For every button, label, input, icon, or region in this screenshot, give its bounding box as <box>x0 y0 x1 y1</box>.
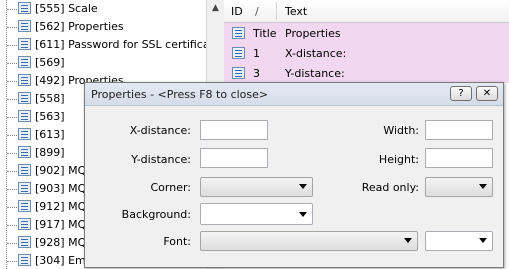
form-icon <box>18 254 31 266</box>
width-label: Width: <box>383 124 419 137</box>
table-row[interactable]: Title Properties <box>224 23 509 43</box>
tree-item-label: [912] MQ <box>35 200 87 213</box>
tree-item-label: [569] <box>35 56 65 69</box>
x-distance-label: X-distance: <box>129 124 191 137</box>
tree-item-label: [611] Password for SSL certificat <box>35 38 206 51</box>
sort-indicator: / <box>255 5 259 18</box>
font-select[interactable] <box>200 231 418 251</box>
cell-id: 3 <box>253 67 260 80</box>
form-icon <box>18 92 31 104</box>
y-distance-input[interactable] <box>200 148 268 168</box>
x-distance-input[interactable] <box>200 120 268 140</box>
form-icon <box>232 67 245 79</box>
dialog-title-bar[interactable]: Properties - <Press F8 to close> ? ✕ <box>85 83 503 106</box>
table-row[interactable]: 3 Y-distance: <box>224 63 509 83</box>
form-icon <box>232 27 245 39</box>
tree-item[interactable]: [569] <box>0 54 206 72</box>
form-icon <box>232 47 245 59</box>
column-header-text[interactable]: Text <box>285 5 307 18</box>
tree-item-selected[interactable]: [562] Properties <box>0 18 206 36</box>
close-icon: ✕ <box>482 88 492 99</box>
tree-item-label: [899] <box>35 146 65 159</box>
tree-item-label: [928] MQ <box>35 236 87 249</box>
properties-dialog: Properties - <Press F8 to close> ? ✕ X-d… <box>84 82 504 268</box>
tree-item-label: [917] MQ <box>35 218 87 231</box>
chevron-down-icon <box>404 238 412 243</box>
form-icon <box>18 182 31 194</box>
height-label: Height: <box>378 153 419 166</box>
close-button[interactable]: ✕ <box>476 86 498 101</box>
tree-item-label: [563] <box>35 110 65 123</box>
chevron-down-icon <box>299 184 307 189</box>
form-icon <box>18 38 31 50</box>
form-icon <box>18 20 31 32</box>
corner-select[interactable] <box>200 177 313 197</box>
form-icon <box>18 200 31 212</box>
dialog-title: Properties - <Press F8 to close> <box>91 88 269 101</box>
tree-item-label: [562] Properties <box>35 20 124 33</box>
read-only-select[interactable] <box>425 177 493 197</box>
height-input[interactable] <box>425 148 493 168</box>
scroll-up-arrow-icon[interactable]: ▲ <box>207 0 224 17</box>
form-icon <box>18 56 31 68</box>
chevron-down-icon <box>479 184 487 189</box>
tree-item-label: [558] <box>35 92 65 105</box>
tree-item-label: [903] MQ <box>35 182 87 195</box>
chevron-down-icon <box>299 212 307 217</box>
background-select[interactable] <box>200 203 313 225</box>
grid-header: ID / Text <box>224 0 509 23</box>
help-icon: ? <box>458 88 464 99</box>
form-icon <box>18 146 31 158</box>
cell-text: Y-distance: <box>285 67 345 80</box>
cell-text: Properties <box>285 27 341 40</box>
cell-id: 1 <box>253 47 260 60</box>
tree-item-label: [613] <box>35 128 65 141</box>
y-distance-label: Y-distance: <box>131 153 191 166</box>
form-icon <box>18 2 31 14</box>
tree-item-label: [902] MQ <box>35 164 87 177</box>
background-label: Background: <box>121 208 191 221</box>
width-input[interactable] <box>425 120 493 140</box>
table-row[interactable]: 1 X-distance: <box>224 43 509 63</box>
font-label: Font: <box>163 235 191 248</box>
form-icon <box>18 74 31 86</box>
form-icon <box>18 128 31 140</box>
form-icon <box>18 164 31 176</box>
corner-label: Corner: <box>150 181 191 194</box>
tree-item-label: [555] Scale <box>35 2 98 15</box>
column-header-id[interactable]: ID <box>231 5 243 18</box>
help-button[interactable]: ? <box>450 86 472 101</box>
read-only-label: Read only: <box>361 181 419 194</box>
font-size-select[interactable] <box>425 231 493 251</box>
form-icon <box>18 236 31 248</box>
form-icon <box>18 110 31 122</box>
chevron-down-icon <box>479 238 487 243</box>
form-icon <box>18 218 31 230</box>
tree-item[interactable]: [555] Scale <box>0 0 206 18</box>
cell-text: X-distance: <box>285 47 347 60</box>
cell-id: Title <box>253 27 277 40</box>
tree-item[interactable]: [611] Password for SSL certificat <box>0 36 206 54</box>
